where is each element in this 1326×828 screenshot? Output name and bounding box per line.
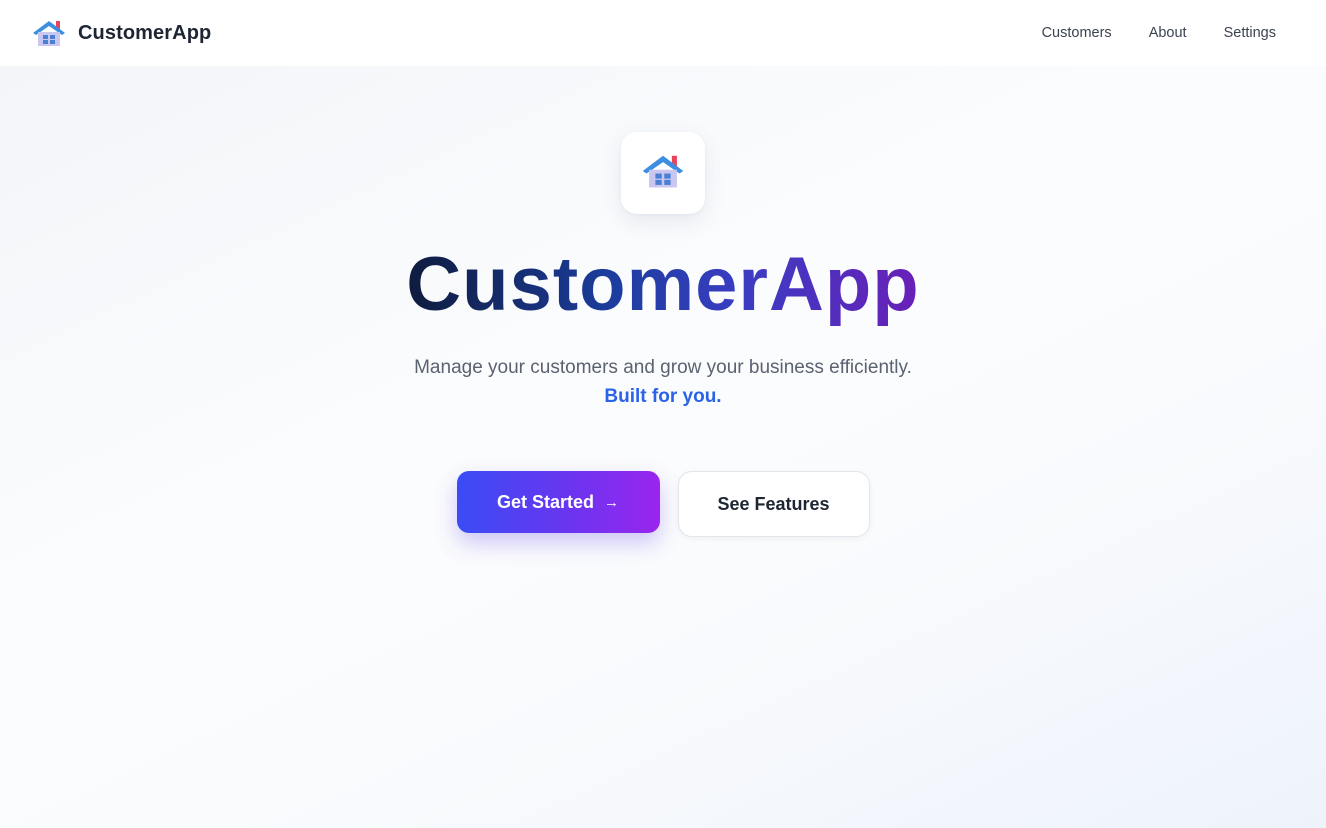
hero-logo-tile	[621, 132, 705, 214]
hero-highlight: Built for you.	[604, 386, 722, 407]
nav-link-about[interactable]: About	[1149, 25, 1187, 41]
nav-links: Customers About Settings	[1042, 25, 1294, 41]
hero-title: CustomerApp	[406, 240, 919, 330]
hero-section: CustomerApp Manage your customers and gr…	[0, 66, 1326, 828]
get-started-button[interactable]: Get Started →	[456, 471, 660, 533]
house-icon	[32, 18, 66, 48]
house-icon	[641, 152, 685, 195]
see-features-button[interactable]: See Features	[677, 471, 870, 537]
brand-link[interactable]: CustomerApp	[32, 18, 211, 48]
brand-name: CustomerApp	[78, 21, 212, 44]
hero-subtitle: Manage your customers and grow your busi…	[414, 357, 912, 378]
navbar: CustomerApp Customers About Settings	[0, 0, 1326, 66]
cta-row: Get Started → See Features	[456, 471, 870, 537]
nav-link-customers[interactable]: Customers	[1042, 25, 1112, 41]
get-started-label: Get Started	[496, 491, 595, 512]
arrow-right-icon: →	[604, 493, 620, 511]
hero-content: CustomerApp Manage your customers and gr…	[0, 66, 1326, 537]
nav-link-settings[interactable]: Settings	[1224, 25, 1276, 41]
